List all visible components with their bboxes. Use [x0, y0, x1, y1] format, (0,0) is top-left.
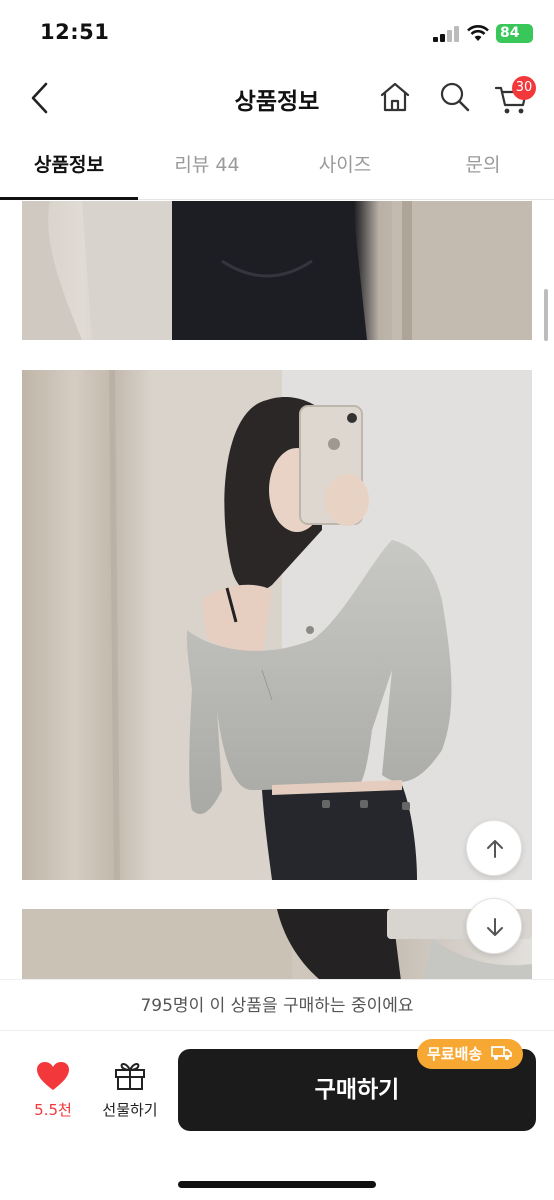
gift-button[interactable]: 선물하기 [96, 1061, 164, 1125]
active-tab-indicator [0, 197, 138, 200]
free-shipping-label: 무료배송 [427, 1045, 483, 1063]
signal-icon [433, 26, 459, 42]
photo-model-mirror-selfie [22, 370, 532, 880]
status-bar: 12:51 84 [0, 0, 554, 66]
tab-bar: 상품정보 리뷰 44 사이즈 문의 [0, 130, 554, 200]
gift-label: 선물하기 [102, 1101, 158, 1119]
tab-inquiry[interactable]: 문의 [414, 130, 552, 200]
tab-size[interactable]: 사이즈 [276, 130, 414, 200]
status-time: 12:51 [40, 20, 110, 44]
photo-sweater-jeans-crop [22, 201, 532, 340]
like-button[interactable]: 5.5천 [22, 1061, 84, 1125]
tab-product-info[interactable]: 상품정보 [0, 130, 138, 200]
battery-icon: 84 [496, 24, 533, 43]
free-shipping-badge: 무료배송 [417, 1039, 524, 1069]
search-icon[interactable] [438, 80, 472, 114]
bottom-action-bar: 5.5천 선물하기 구매하기 무료배송 [0, 1031, 554, 1200]
home-icon[interactable] [378, 80, 412, 114]
app-header: 상품정보 [0, 66, 554, 130]
scroll-down-button[interactable] [466, 898, 522, 954]
purchase-activity-notice: 795명이 이 상품을 구매하는 중이에요 [0, 979, 554, 1031]
arrow-up-icon [487, 840, 503, 858]
home-indicator [178, 1181, 376, 1188]
product-photo [22, 909, 532, 979]
truck-icon [491, 1046, 513, 1060]
product-photo-main [22, 370, 532, 880]
like-count: 5.5천 [34, 1101, 72, 1119]
scroll-up-button[interactable] [466, 820, 522, 876]
scrollbar[interactable] [544, 289, 548, 341]
gift-icon [115, 1063, 145, 1090]
cart-badge: 30 [512, 76, 536, 100]
photo-next-preview [22, 909, 532, 979]
tab-reviews[interactable]: 리뷰 44 [138, 130, 276, 200]
product-detail-content[interactable] [0, 201, 554, 979]
wifi-icon [467, 25, 489, 41]
product-photo [22, 201, 532, 340]
arrow-down-icon [487, 918, 503, 936]
heart-icon [37, 1062, 69, 1090]
